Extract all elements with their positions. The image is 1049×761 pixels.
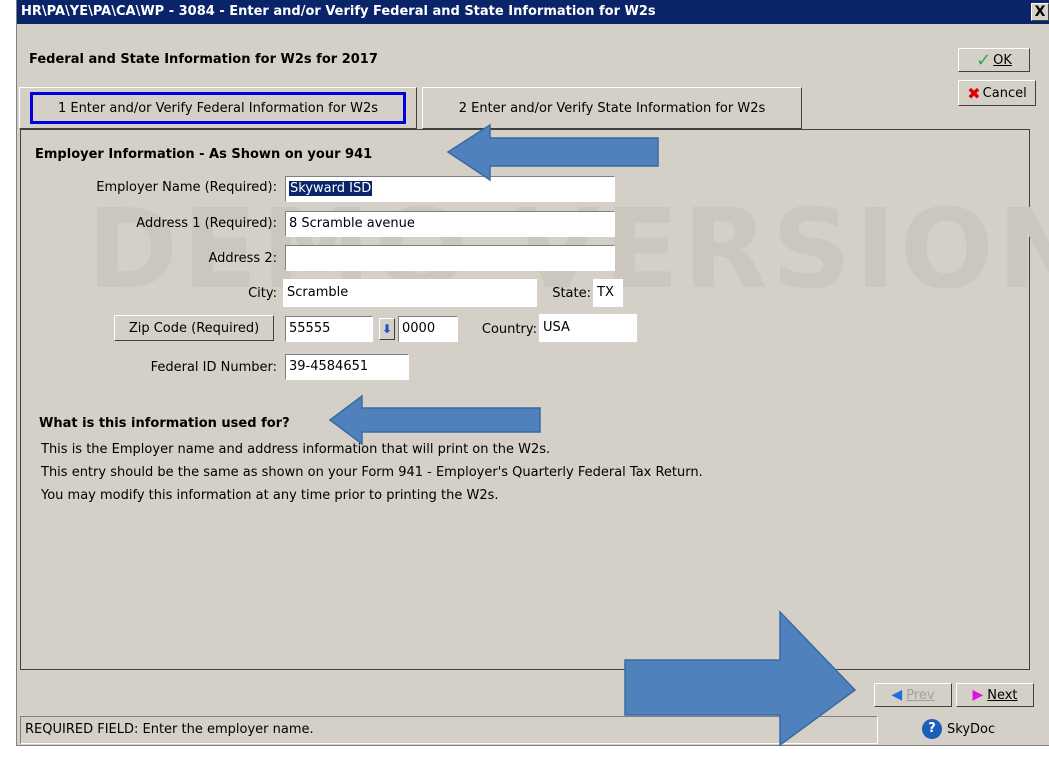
arrow-left-icon <box>446 123 659 182</box>
annotation-arrows <box>328 123 857 747</box>
arrow-right-icon <box>624 610 857 747</box>
arrow-left-icon <box>328 394 541 446</box>
